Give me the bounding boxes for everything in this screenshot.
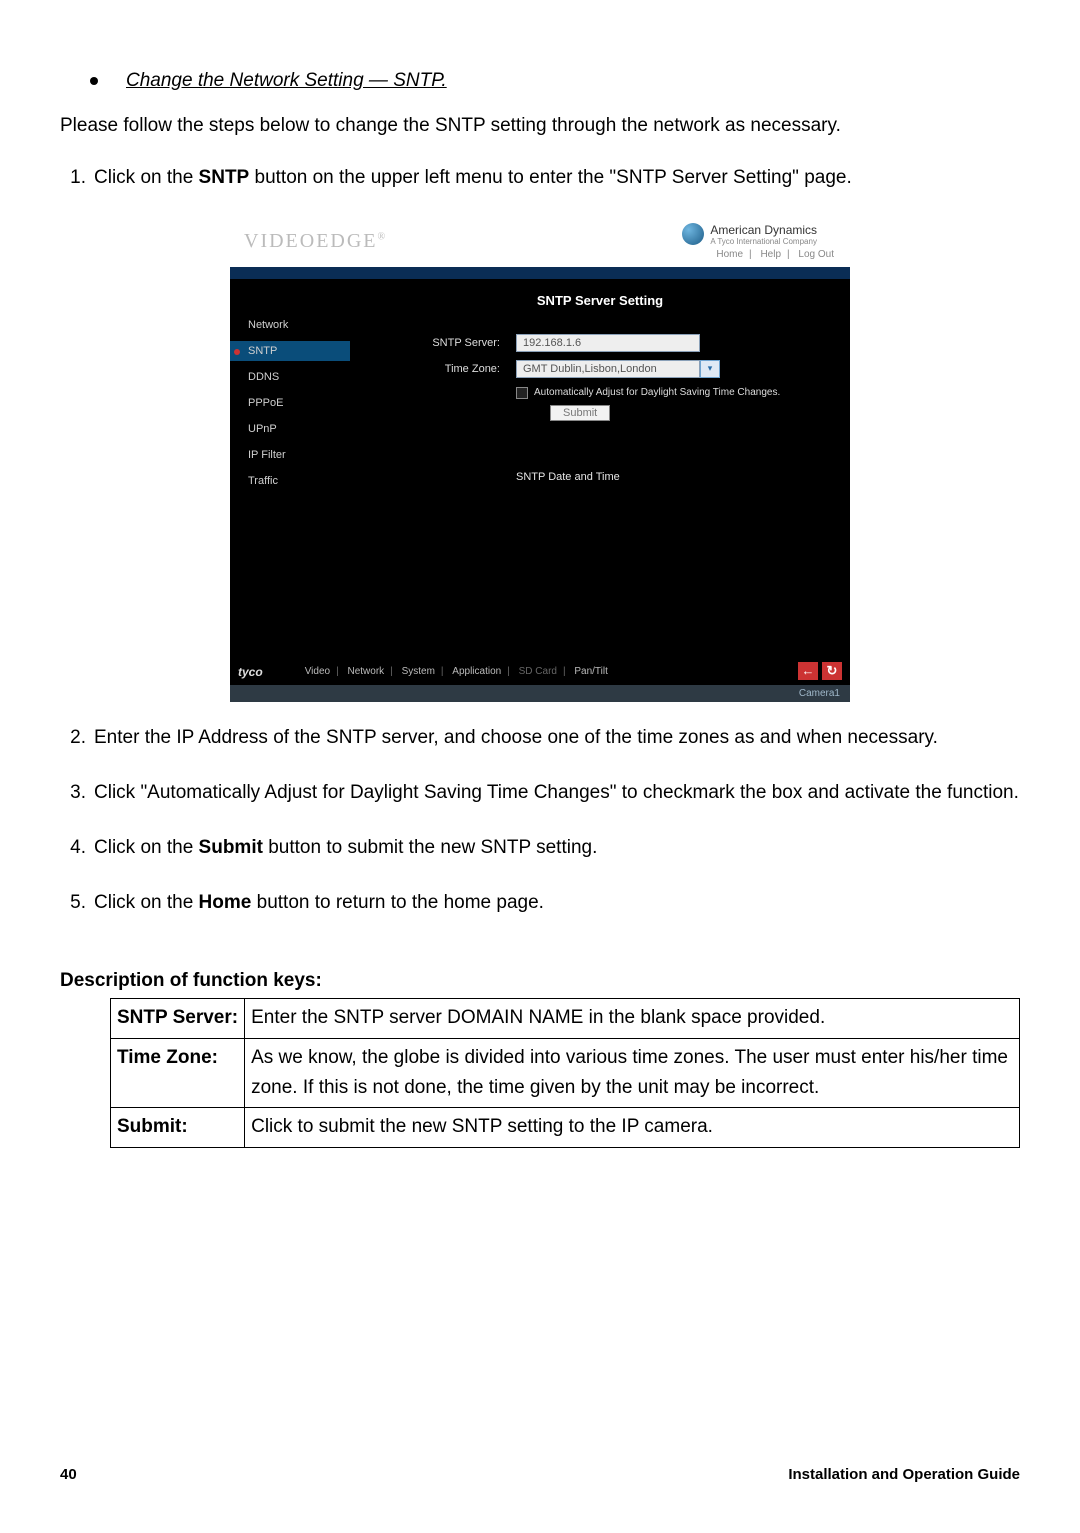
videoedge-logo: VIDEOEDGE® xyxy=(244,230,387,253)
footer-link-pantilt[interactable]: Pan/Tilt xyxy=(574,666,608,677)
checkbox-dst[interactable] xyxy=(516,387,528,399)
step-number: 5. xyxy=(60,885,94,920)
footer-link-video[interactable]: Video xyxy=(305,666,330,677)
globe-icon xyxy=(682,223,704,245)
sidebar-item-ddns[interactable]: DDNS xyxy=(230,367,350,387)
step-bold: Submit xyxy=(199,837,263,858)
document-page: Change the Network Setting — SNTP. Pleas… xyxy=(0,0,1080,1533)
brand-subtitle: A Tyco International Company xyxy=(710,237,817,247)
step-text: Enter the IP Address of the SNTP server,… xyxy=(94,720,1020,755)
step-number: 3. xyxy=(60,775,94,810)
select-time-zone[interactable] xyxy=(516,360,700,378)
header-brand-block: American Dynamics A Tyco International C… xyxy=(682,223,840,261)
footer-link-network[interactable]: Network xyxy=(347,666,384,677)
chevron-down-icon[interactable]: ▾ xyxy=(700,360,720,378)
input-sntp-server[interactable] xyxy=(516,334,700,352)
footer-link-sdcard[interactable]: SD Card xyxy=(519,666,557,677)
sidebar-item-pppoe[interactable]: PPPoE xyxy=(230,393,350,413)
panel-title: SNTP Server Setting xyxy=(350,293,850,308)
step-text: Click "Automatically Adjust for Daylight… xyxy=(94,775,1020,810)
step-3: 3. Click "Automatically Adjust for Dayli… xyxy=(60,775,1020,810)
function-keys-table: SNTP Server: Enter the SNTP server DOMAI… xyxy=(110,998,1020,1148)
table-row: Time Zone: As we know, the globe is divi… xyxy=(111,1038,1020,1108)
table-row: SNTP Server: Enter the SNTP server DOMAI… xyxy=(111,999,1020,1038)
sidebar: Network SNTP DDNS PPPoE UPnP IP Filter T… xyxy=(230,279,350,659)
step-bold: Home xyxy=(199,892,252,913)
label-sntp-server: SNTP Server: xyxy=(350,337,516,349)
step-text: button to return to the home page. xyxy=(251,892,544,913)
link-logout[interactable]: Log Out xyxy=(798,249,834,260)
step-2: 2. Enter the IP Address of the SNTP serv… xyxy=(60,720,1020,755)
step-text: Click on the xyxy=(94,892,199,913)
section-heading: Change the Network Setting — SNTP. xyxy=(126,70,447,92)
sidebar-item-traffic[interactable]: Traffic xyxy=(230,471,350,491)
table-key: Submit: xyxy=(111,1108,245,1147)
section-heading-line: Change the Network Setting — SNTP. xyxy=(90,70,1020,92)
step-number: 1. xyxy=(60,160,94,195)
embedded-screenshot: VIDEOEDGE® American Dynamics A Tyco Inte… xyxy=(230,215,850,702)
footer-link-system[interactable]: System xyxy=(402,666,435,677)
guide-title: Installation and Operation Guide xyxy=(788,1466,1020,1483)
step-text: button to submit the new SNTP setting. xyxy=(263,837,597,858)
subsection-title: SNTP Date and Time xyxy=(516,471,850,483)
row-time-zone: Time Zone: ▾ xyxy=(350,360,850,378)
main-panel: SNTP Server Setting SNTP Server: Time Zo… xyxy=(350,279,850,659)
table-value: Enter the SNTP server DOMAIN NAME in the… xyxy=(245,999,1020,1038)
app-header: VIDEOEDGE® American Dynamics A Tyco Inte… xyxy=(230,215,850,267)
header-divider xyxy=(230,267,850,279)
step-text: Click on the xyxy=(94,837,199,858)
link-home[interactable]: Home xyxy=(716,249,743,260)
sidebar-item-upnp[interactable]: UPnP xyxy=(230,419,350,439)
page-number: 40 xyxy=(60,1466,77,1483)
label-time-zone: Time Zone: xyxy=(350,363,516,375)
link-help[interactable]: Help xyxy=(760,249,781,260)
step-number: 2. xyxy=(60,720,94,755)
table-key: SNTP Server: xyxy=(111,999,245,1038)
footer-nav: tyco Video| Network| System| Application… xyxy=(230,659,850,685)
back-icon[interactable]: ← xyxy=(798,662,818,680)
refresh-icon[interactable]: ↻ xyxy=(822,662,842,680)
sidebar-item-sntp[interactable]: SNTP xyxy=(230,341,350,361)
page-footer: 40 Installation and Operation Guide xyxy=(60,1466,1020,1483)
camera-label: Camera1 xyxy=(230,685,850,702)
step-1: 1. Click on the SNTP button on the upper… xyxy=(60,160,1020,195)
table-value: As we know, the globe is divided into va… xyxy=(245,1038,1020,1108)
submit-button[interactable]: Submit xyxy=(550,405,610,421)
app-body: Network SNTP DDNS PPPoE UPnP IP Filter T… xyxy=(230,279,850,659)
row-sntp-server: SNTP Server: xyxy=(350,334,850,352)
step-number: 4. xyxy=(60,830,94,865)
table-row: Submit: Click to submit the new SNTP set… xyxy=(111,1108,1020,1147)
table-key: Time Zone: xyxy=(111,1038,245,1108)
step-5: 5. Click on the Home button to return to… xyxy=(60,885,1020,920)
step-bold: SNTP xyxy=(199,167,250,188)
function-keys-heading: Description of function keys: xyxy=(60,970,1020,992)
steps-list-cont: 2. Enter the IP Address of the SNTP serv… xyxy=(60,720,1020,921)
brand-name: American Dynamics xyxy=(710,223,817,237)
sidebar-item-ipfilter[interactable]: IP Filter xyxy=(230,445,350,465)
tyco-logo: tyco xyxy=(238,665,263,679)
sidebar-item-network[interactable]: Network xyxy=(230,315,350,335)
step-text: button on the upper left menu to enter t… xyxy=(249,167,852,188)
step-text: Click on the xyxy=(94,167,199,188)
steps-list: 1. Click on the SNTP button on the upper… xyxy=(60,160,1020,195)
row-dst-checkbox: Automatically Adjust for Daylight Saving… xyxy=(516,386,816,399)
intro-paragraph: Please follow the steps below to change … xyxy=(60,112,1020,140)
table-value: Click to submit the new SNTP setting to … xyxy=(245,1108,1020,1147)
step-4: 4. Click on the Submit button to submit … xyxy=(60,830,1020,865)
header-links: Home| Help| Log Out xyxy=(710,249,840,261)
label-dst: Automatically Adjust for Daylight Saving… xyxy=(534,386,780,399)
bullet-icon xyxy=(90,77,98,85)
footer-link-application[interactable]: Application xyxy=(452,666,501,677)
